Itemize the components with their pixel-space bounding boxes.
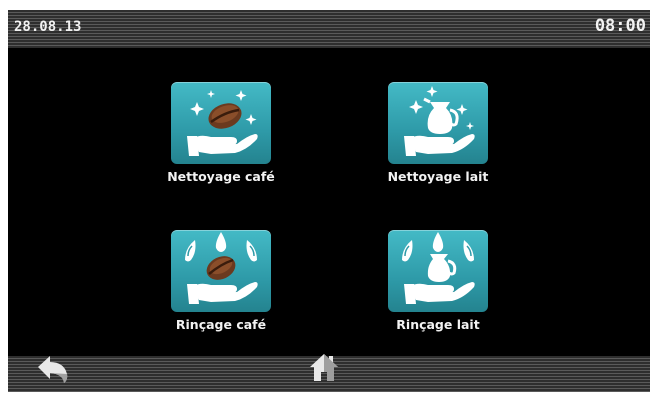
time-display: 08:00 xyxy=(594,16,646,36)
back-arrow-icon xyxy=(38,356,68,383)
tile-label: Rinçage café xyxy=(175,317,267,332)
tile-rincage-cafe[interactable]: Rinçage café xyxy=(109,230,309,360)
tile-nettoyage-cafe[interactable]: Nettoyage café xyxy=(109,82,309,212)
milk-jug-cleaning-icon xyxy=(388,82,488,164)
tile-rincage-lait[interactable]: Rinçage lait xyxy=(326,230,526,360)
tile-label: Nettoyage café xyxy=(167,169,275,184)
date-display: 28.08.13 xyxy=(14,19,82,35)
back-button[interactable] xyxy=(36,354,70,384)
coffee-bean-cleaning-icon xyxy=(171,82,271,164)
tile-label: Nettoyage lait xyxy=(387,169,489,184)
milk-jug-rinse-icon xyxy=(388,230,488,312)
home-button[interactable] xyxy=(308,351,340,383)
home-icon xyxy=(310,354,338,381)
display-screen: 28.08.13 08:00 Nettoyage café Nettoyage … xyxy=(8,10,650,392)
tile-label: Rinçage lait xyxy=(396,317,480,332)
status-bar: 28.08.13 08:00 xyxy=(8,10,650,48)
coffee-bean-rinse-icon xyxy=(171,230,271,312)
tile-nettoyage-lait[interactable]: Nettoyage lait xyxy=(326,82,526,212)
